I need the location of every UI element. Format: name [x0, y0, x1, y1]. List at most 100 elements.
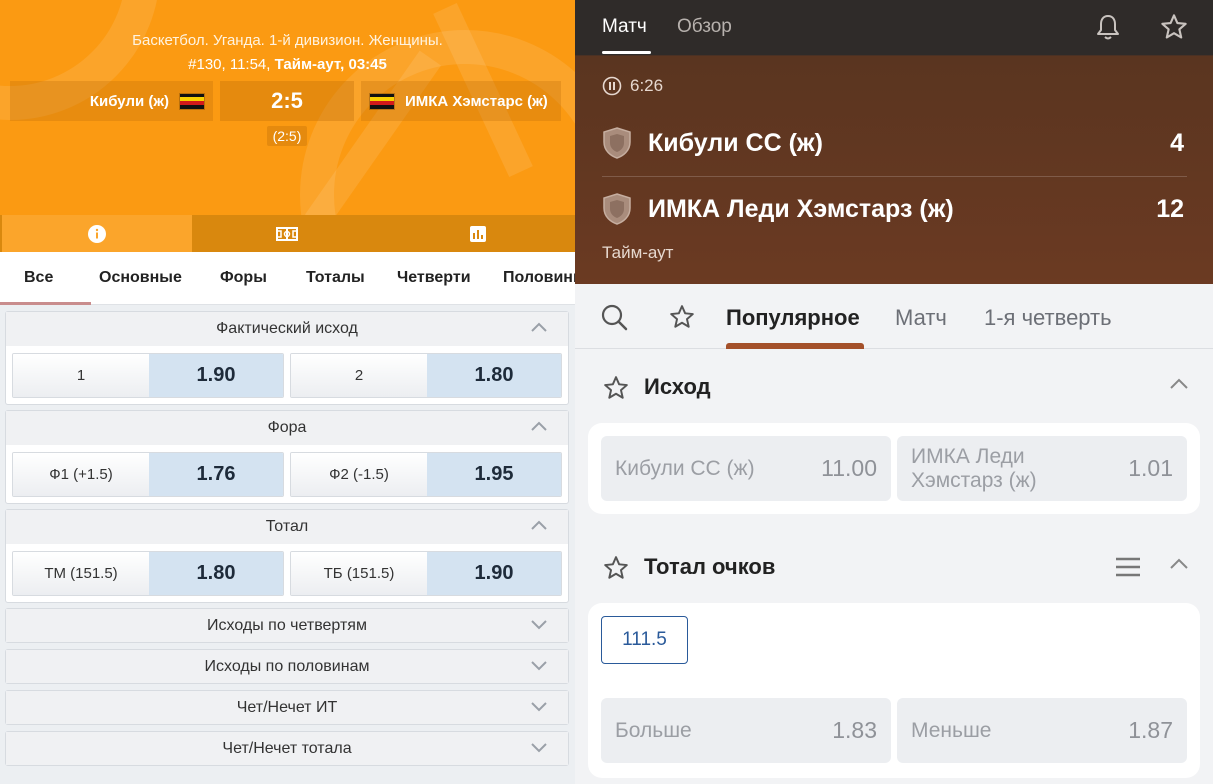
tab-quarters[interactable]: Четверти: [397, 269, 471, 287]
sport-league-line: Баскетбол. Уганда. 1-й дивизион. Женщины…: [132, 32, 443, 49]
tab-stats[interactable]: [382, 215, 573, 252]
market-odd-even-total[interactable]: Чет/Нечет тотала: [5, 731, 569, 766]
odd-button-over[interactable]: Больше 1.83: [601, 698, 891, 763]
odd-button[interactable]: ТБ (151.5) 1.90: [290, 551, 562, 596]
star-icon[interactable]: [603, 555, 629, 581]
market-title: Чет/Нечет ИТ: [236, 698, 338, 716]
outcome-label: ИМКА Леди Хэмстарз (ж): [911, 445, 1037, 493]
active-tab-underline: [0, 302, 91, 305]
market-quarter-outcomes[interactable]: Исходы по четвертям: [5, 608, 569, 643]
right-betting-panel: Матч Обзор 6:26 Кибули СС (ж) 4 ИМКА Лед…: [575, 0, 1213, 784]
odd-button-away[interactable]: ИМКА Леди Хэмстарз (ж) 1.01: [897, 436, 1187, 501]
uganda-flag-icon: [369, 92, 395, 110]
left-betting-panel: Баскетбол. Уганда. 1-й дивизион. Женщины…: [0, 0, 575, 784]
tab-info[interactable]: [2, 215, 192, 252]
tab-match-markets[interactable]: Матч: [895, 305, 947, 331]
market-title: Фактический исход: [216, 320, 358, 337]
market-title: Исходы по половинам: [204, 657, 370, 675]
market-header[interactable]: Исходы по четвертям: [6, 609, 568, 642]
timer-value: 6:26: [630, 76, 664, 95]
outcome-section-header[interactable]: Исход: [575, 362, 1213, 412]
outcome-label: 1: [13, 354, 149, 397]
match-score: 2:5: [220, 81, 354, 121]
tab-first-quarter[interactable]: 1-я четверть: [984, 305, 1112, 331]
total-section-header[interactable]: Тотал очков: [575, 542, 1213, 592]
market-header[interactable]: Фора: [6, 411, 568, 445]
outcome-label: Больше: [615, 718, 692, 742]
star-icon[interactable]: [1160, 13, 1188, 41]
market-odd-even-team[interactable]: Чет/Нечет ИТ: [5, 690, 569, 725]
team2-row: ИМКА Леди Хэмстарз (ж) 12: [602, 189, 1187, 229]
market-header[interactable]: Чет/Нечет ИТ: [6, 691, 568, 724]
market-title: Фора: [267, 419, 307, 436]
tab-all[interactable]: Все: [24, 269, 53, 287]
field-icon: [276, 226, 298, 241]
outcome-label: Кибули СС (ж): [615, 456, 755, 480]
odd-button-home[interactable]: Кибули СС (ж) 11.00: [601, 436, 891, 501]
odd-value: 1.83: [832, 717, 877, 743]
market-header[interactable]: Фактический исход: [6, 312, 568, 346]
odd-button[interactable]: 2 1.80: [290, 353, 562, 398]
market-title: Чет/Нечет тотала: [222, 739, 352, 757]
info-icon: [88, 224, 106, 243]
odd-button[interactable]: Ф2 (-1.5) 1.95: [290, 452, 562, 497]
chevron-down-icon: [531, 702, 547, 712]
team1-name: Кибули СС (ж): [648, 128, 823, 157]
outcome-label-line: ИМКА Леди: [911, 444, 1025, 468]
odd-button[interactable]: 1 1.90: [12, 353, 284, 398]
outcome-label: Меньше: [911, 718, 992, 742]
tab-totals[interactable]: Тоталы: [306, 269, 365, 287]
odd-value: 1.80: [149, 552, 283, 595]
market-title: Тотал: [265, 518, 309, 535]
uganda-flag-icon: [179, 92, 205, 110]
market-header[interactable]: Чет/Нечет тотала: [6, 732, 568, 765]
chevron-down-icon: [531, 661, 547, 671]
team2-name: ИМКА Хэмстарс (ж): [405, 92, 548, 110]
team1-box: Кибули (ж): [10, 81, 213, 121]
section-title: Тотал очков: [644, 554, 776, 579]
total-card: 111.5 Больше 1.83 Меньше 1.87: [588, 603, 1200, 778]
tab-field[interactable]: [192, 215, 382, 252]
market-half-outcomes[interactable]: Исходы по половинам: [5, 649, 569, 684]
star-icon[interactable]: [669, 304, 695, 330]
odd-button[interactable]: Ф1 (+1.5) 1.76: [12, 452, 284, 497]
total-line-chip[interactable]: 111.5: [601, 616, 688, 664]
bell-icon[interactable]: [1095, 13, 1121, 41]
match-number-time: #130, 11:54,: [188, 56, 271, 73]
odd-value: 11.00: [821, 455, 877, 481]
chevron-up-icon: [531, 421, 547, 431]
active-tab-underline: [726, 343, 864, 349]
market-header[interactable]: Тотал: [6, 510, 568, 544]
team1-score: 4: [1170, 128, 1184, 157]
divider: [602, 176, 1187, 177]
match-info-line: #130, 11:54, Тайм-аут, 03:45: [0, 56, 575, 73]
odd-button[interactable]: ТМ (151.5) 1.80: [12, 551, 284, 596]
shield-icon: [603, 127, 631, 159]
star-icon[interactable]: [603, 375, 629, 401]
chevron-up-icon[interactable]: [1169, 557, 1189, 571]
outcome-label: Ф2 (-1.5): [291, 453, 427, 496]
odd-value: 1.90: [149, 354, 283, 397]
hero-tabs: [0, 215, 575, 252]
match-header: Матч Обзор 6:26 Кибули СС (ж) 4 ИМКА Лед…: [575, 0, 1213, 284]
odd-value: 1.76: [149, 453, 283, 496]
outcome-label: ТМ (151.5): [13, 552, 149, 595]
tab-popular[interactable]: Популярное: [726, 305, 860, 331]
team2-box: ИМКА Хэмстарс (ж): [361, 81, 561, 121]
search-icon[interactable]: [600, 303, 628, 331]
menu-icon[interactable]: [1115, 556, 1141, 578]
team2-name: ИМКА Леди Хэмстарз (ж): [648, 194, 954, 223]
odd-button-under[interactable]: Меньше 1.87: [897, 698, 1187, 763]
tab-halves[interactable]: Половины: [503, 269, 575, 287]
chevron-up-icon[interactable]: [1169, 377, 1189, 391]
market-header[interactable]: Исходы по половинам: [6, 650, 568, 683]
tab-overview[interactable]: Обзор: [677, 16, 732, 38]
odd-value: 1.87: [1128, 717, 1173, 743]
tab-main[interactable]: Основные: [99, 269, 182, 287]
outcome-label: 2: [291, 354, 427, 397]
section-title: Исход: [644, 374, 711, 399]
market-title: Исходы по четвертям: [207, 616, 367, 634]
tab-match[interactable]: Матч: [602, 16, 647, 38]
tab-handicaps[interactable]: Форы: [220, 269, 267, 287]
team1-name: Кибули (ж): [89, 92, 169, 110]
